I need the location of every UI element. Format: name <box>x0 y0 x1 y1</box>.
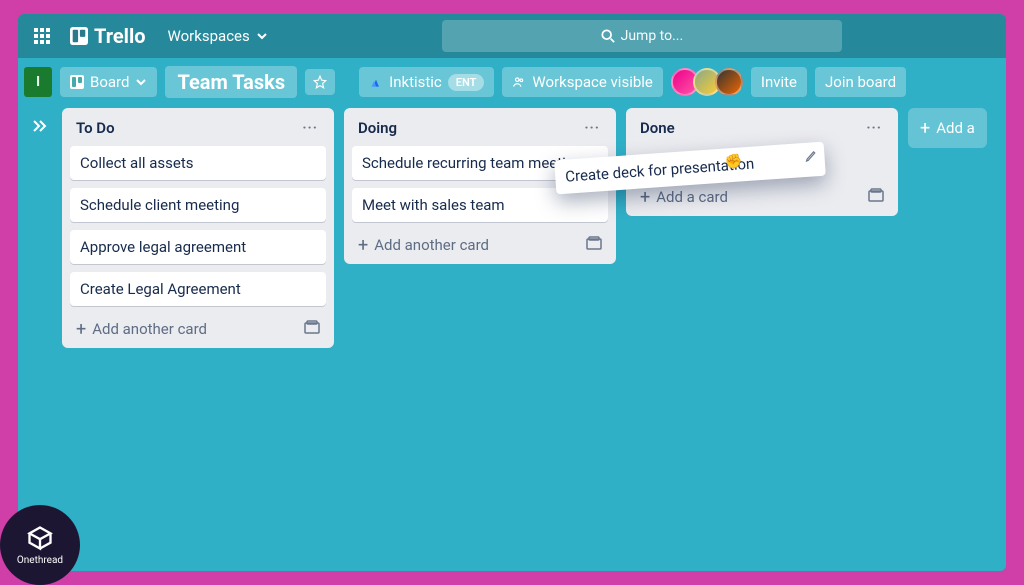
chevron-down-icon <box>135 76 147 88</box>
invite-label: Invite <box>761 73 797 91</box>
board-title-text: Team Tasks <box>177 70 285 94</box>
top-nav: Trello Workspaces Jump to... <box>18 14 1006 58</box>
card[interactable]: Create Legal Agreement <box>70 272 326 306</box>
user-avatar[interactable]: I <box>24 67 52 97</box>
onethread-badge: Onethread <box>0 505 80 585</box>
add-card-label: Add a card <box>656 188 728 206</box>
apps-switcher-button[interactable] <box>26 20 58 52</box>
list-title[interactable]: Doing <box>358 119 397 137</box>
add-card-button[interactable]: + Add a card <box>640 188 728 206</box>
card-template-button[interactable] <box>584 234 604 256</box>
add-list-button[interactable]: + Add a <box>908 108 987 148</box>
star-icon <box>313 75 327 89</box>
list-footer: + Add another card <box>352 230 608 256</box>
board-title[interactable]: Team Tasks <box>165 66 297 98</box>
grab-cursor-icon: ✊ <box>724 153 743 170</box>
board-bar: I Board Team Tasks Inktistic ENT Workspa… <box>18 58 1006 106</box>
cube-icon <box>26 524 54 552</box>
org-name: Inktistic <box>389 73 442 91</box>
trello-board-icon <box>70 27 88 45</box>
list-header: Done ··· <box>634 116 890 138</box>
list-title[interactable]: To Do <box>76 119 115 137</box>
board-body: To Do ··· Collect all assets Schedule cl… <box>18 106 1006 571</box>
lists-container: To Do ··· Collect all assets Schedule cl… <box>62 108 987 348</box>
board-view-label: Board <box>90 73 129 91</box>
search-wrap: Jump to... <box>286 20 998 52</box>
board-view-switch[interactable]: Board <box>60 67 157 97</box>
double-chevron-right-icon <box>32 119 48 133</box>
avatar <box>715 68 743 96</box>
pencil-icon <box>804 148 819 163</box>
workspaces-dropdown[interactable]: Workspaces <box>158 21 278 51</box>
list-menu-button[interactable]: ··· <box>298 118 322 138</box>
list-footer: + Add another card <box>70 314 326 340</box>
plus-icon: + <box>76 323 86 337</box>
add-card-button[interactable]: + Add another card <box>76 320 207 338</box>
card[interactable]: Approve legal agreement <box>70 230 326 264</box>
sidebar-expand-button[interactable] <box>26 112 54 140</box>
add-card-button[interactable]: + Add another card <box>358 236 489 254</box>
plus-icon: + <box>920 122 930 136</box>
search-input[interactable]: Jump to... <box>442 20 842 52</box>
search-placeholder: Jump to... <box>621 28 684 44</box>
brand-text: Trello <box>94 24 146 48</box>
chevron-down-icon <box>256 30 268 42</box>
atlassian-icon <box>369 75 383 89</box>
people-icon <box>512 75 526 89</box>
org-badge: ENT <box>448 74 485 91</box>
list-header: Doing ··· <box>352 116 608 138</box>
card[interactable]: Collect all assets <box>70 146 326 180</box>
list-menu-button[interactable]: ··· <box>862 118 886 138</box>
plus-icon: + <box>640 191 650 205</box>
workspaces-label: Workspaces <box>168 27 250 45</box>
card[interactable]: Schedule client meeting <box>70 188 326 222</box>
user-initial: I <box>36 74 40 90</box>
add-card-label: Add another card <box>374 236 489 254</box>
search-icon <box>601 29 615 43</box>
card-template-button[interactable] <box>302 318 322 340</box>
onethread-label: Onethread <box>17 555 63 566</box>
add-list-label: Add a <box>936 119 975 137</box>
star-board-button[interactable] <box>305 69 335 95</box>
add-card-label: Add another card <box>92 320 207 338</box>
apps-grid-icon <box>34 28 50 44</box>
card-template-button[interactable] <box>866 186 886 208</box>
board-icon <box>70 75 84 89</box>
org-chip[interactable]: Inktistic ENT <box>359 67 494 97</box>
trello-app: Trello Workspaces Jump to... I Board Tea… <box>18 14 1006 571</box>
template-icon <box>304 320 320 334</box>
invite-button[interactable]: Invite <box>751 67 807 97</box>
join-board-button[interactable]: Join board <box>815 67 906 97</box>
edit-icon[interactable] <box>804 148 819 167</box>
list-menu-button[interactable]: ··· <box>580 118 604 138</box>
member-avatars[interactable] <box>671 68 743 96</box>
visibility-label: Workspace visible <box>532 73 653 91</box>
visibility-chip[interactable]: Workspace visible <box>502 67 663 97</box>
list-todo: To Do ··· Collect all assets Schedule cl… <box>62 108 334 348</box>
trello-logo[interactable]: Trello <box>66 24 150 48</box>
list-header: To Do ··· <box>70 116 326 138</box>
join-label: Join board <box>825 73 896 91</box>
template-icon <box>586 236 602 250</box>
plus-icon: + <box>358 239 368 253</box>
list-title[interactable]: Done <box>640 119 675 137</box>
template-icon <box>868 188 884 202</box>
